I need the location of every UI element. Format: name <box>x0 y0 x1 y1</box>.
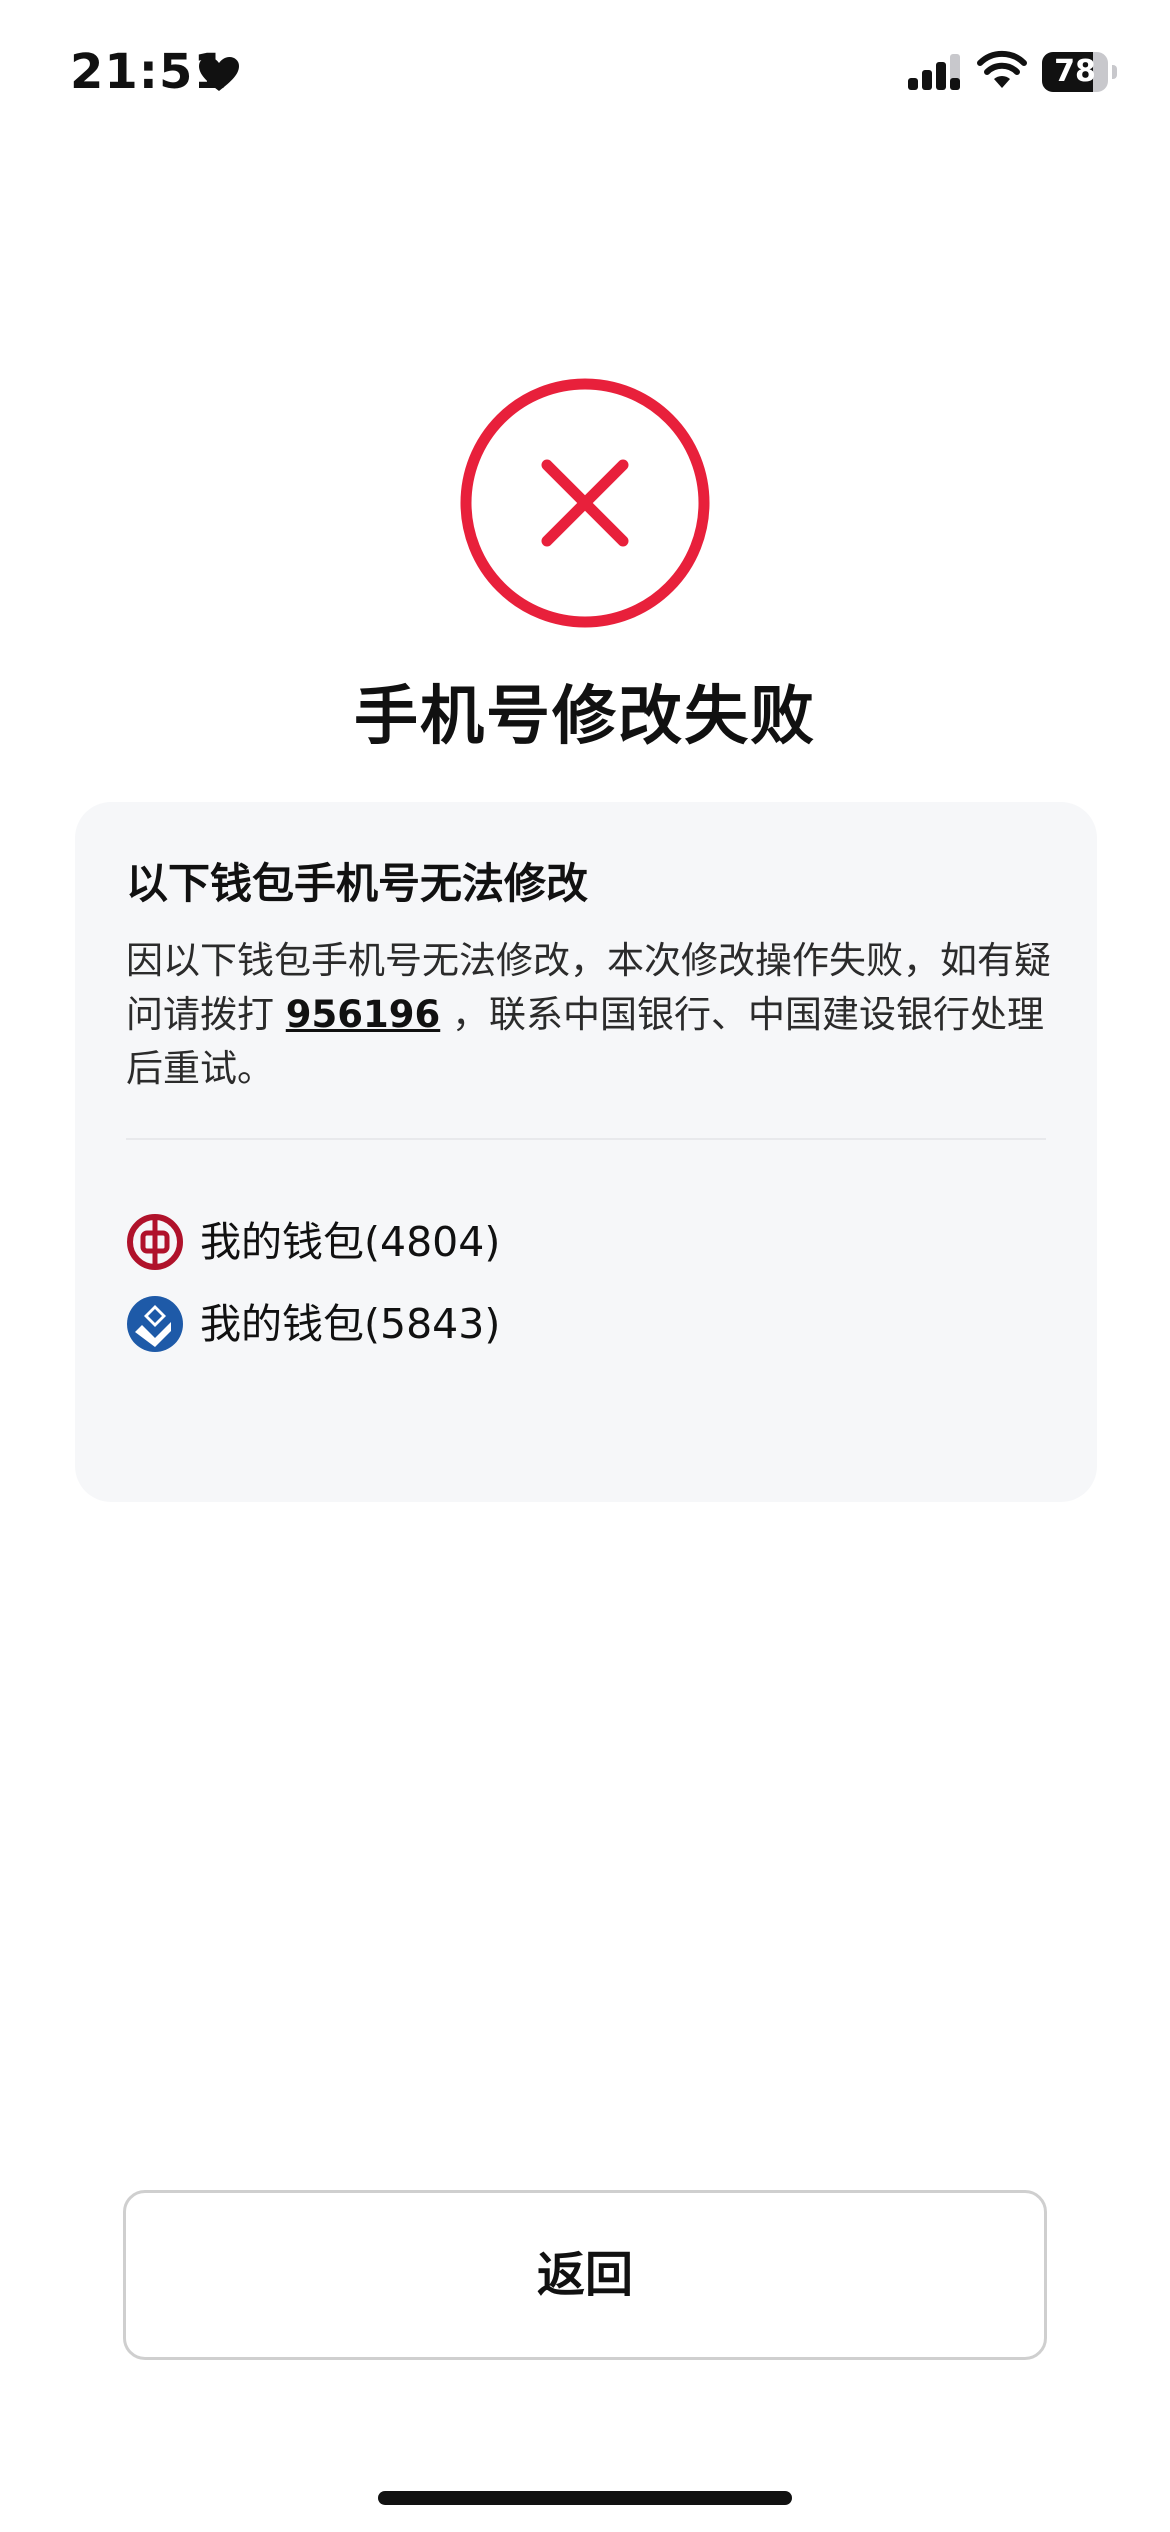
status-bar: 21:51 78 <box>0 0 1170 150</box>
wallet-item-5843: 我的钱包(5843) <box>126 1289 1046 1359</box>
close-icon <box>541 459 629 547</box>
cellular-signal-icon <box>908 54 960 90</box>
hotline-phone-link[interactable]: 956196 <box>286 993 440 1036</box>
page-title: 手机号修改失败 <box>354 680 816 754</box>
card-divider <box>126 1138 1046 1140</box>
error-circle-icon <box>460 378 710 628</box>
wallet-label: 我的钱包(5843) <box>200 1300 501 1348</box>
bank-of-china-icon <box>127 1214 183 1270</box>
card-description: 因以下钱包手机号无法修改，本次修改操作失败，如有疑问请拨打 956196 ，联系… <box>126 934 1056 1096</box>
home-indicator <box>378 2491 792 2505</box>
china-construction-bank-icon <box>127 1296 183 1352</box>
info-card: 以下钱包手机号无法修改 因以下钱包手机号无法修改，本次修改操作失败，如有疑问请拨… <box>75 802 1097 1502</box>
card-title: 以下钱包手机号无法修改 <box>126 859 589 908</box>
wallet-label: 我的钱包(4804) <box>200 1218 501 1266</box>
battery-level: 78 <box>1054 54 1096 89</box>
back-button[interactable]: 返回 <box>123 2190 1047 2360</box>
wallet-item-4804: 我的钱包(4804) <box>126 1207 1046 1277</box>
heart-icon <box>199 57 239 91</box>
battery-icon: 78 <box>1042 52 1118 92</box>
wifi-icon <box>977 50 1027 88</box>
